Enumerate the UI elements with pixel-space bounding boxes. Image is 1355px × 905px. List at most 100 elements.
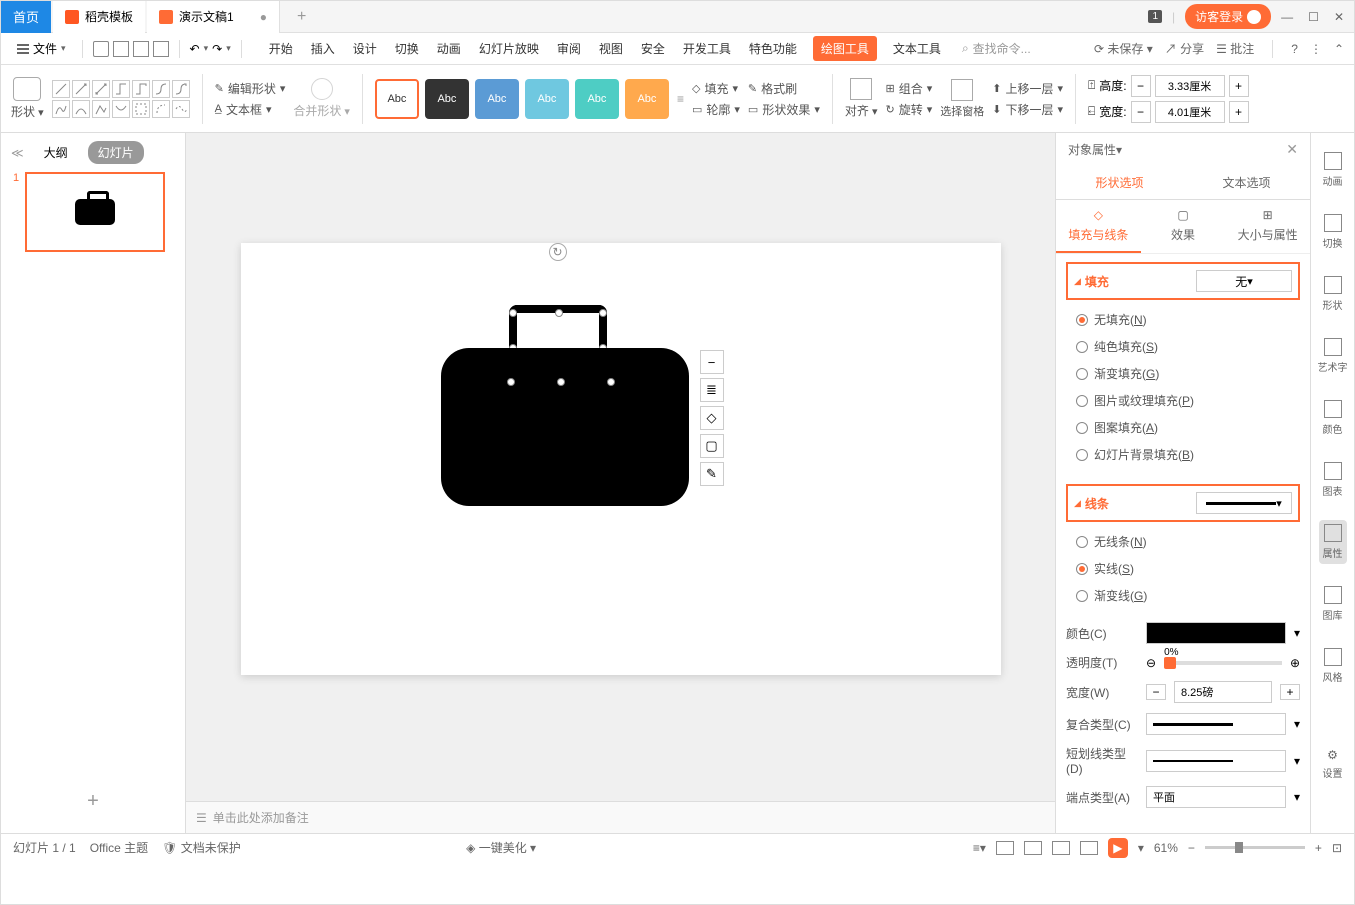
side-settings[interactable]: ⚙设置 (1319, 744, 1347, 784)
tab-text-options[interactable]: 文本选项 (1183, 166, 1310, 199)
menu-view[interactable]: 视图 (597, 36, 625, 61)
more-icon[interactable]: ⋮ (1310, 42, 1322, 56)
align-button[interactable]: 对齐 ▾ (845, 78, 878, 119)
outline-view-icon[interactable] (1080, 841, 1098, 855)
line-cap[interactable]: 端点类型(A)平面▾ (1056, 781, 1310, 813)
menu-design[interactable]: 设计 (351, 36, 379, 61)
zoom-out-icon[interactable]: − (1188, 841, 1195, 855)
line-dash[interactable]: 短划线类型(D)▾ (1056, 740, 1310, 781)
protect-status[interactable]: 🛡 文档未保护 (162, 839, 241, 856)
save-icon[interactable] (93, 41, 109, 57)
width-input[interactable]: ⍇宽度: − + (1088, 101, 1249, 123)
subtab-size[interactable]: ⊞大小与属性 (1225, 200, 1310, 253)
shape-effect-button[interactable]: ▭ 形状效果 ▾ (748, 101, 820, 118)
login-button[interactable]: 访客登录 (1185, 4, 1271, 29)
fill-pattern[interactable]: 图案填充(A) (1076, 414, 1290, 441)
help-icon[interactable]: ? (1291, 42, 1298, 56)
notes-bar[interactable]: ☰ 单击此处添加备注 (186, 801, 1055, 833)
side-shape[interactable]: 形状 (1319, 272, 1347, 316)
slides-tab[interactable]: 幻灯片 (88, 141, 144, 164)
collapse-ribbon-icon[interactable]: ⌃ (1334, 42, 1344, 56)
menu-insert[interactable]: 插入 (309, 36, 337, 61)
float-layers-button[interactable]: ≣ (700, 378, 724, 402)
sorter-view-icon[interactable] (1024, 841, 1042, 855)
reading-view-icon[interactable] (1052, 841, 1070, 855)
fill-button[interactable]: ◇ 填充 ▾ (692, 80, 740, 97)
share-button[interactable]: ↗ 分享 (1165, 40, 1204, 57)
menu-start[interactable]: 开始 (267, 36, 295, 61)
search-input[interactable]: ⌕ 查找命令... (962, 40, 1031, 57)
outline-button[interactable]: ▭ 轮廓 ▾ (692, 101, 740, 118)
width-field[interactable] (1155, 101, 1225, 123)
style-2[interactable]: Abc (425, 79, 469, 119)
merge-shape-button[interactable]: 合并形状 ▾ (293, 78, 350, 119)
zoom-slider[interactable] (1205, 846, 1305, 849)
fill-solid[interactable]: 纯色填充(S) (1076, 333, 1290, 360)
width-minus[interactable]: − (1131, 101, 1151, 123)
fill-background[interactable]: 幻灯片背景填充(B) (1076, 441, 1290, 468)
move-up-button[interactable]: ⬆ 上移一层 ▾ (992, 80, 1063, 97)
open-icon[interactable] (113, 41, 129, 57)
close-icon[interactable]: ✕ (1334, 10, 1344, 24)
style-1[interactable]: Abc (375, 79, 419, 119)
shape-button[interactable]: 形状 ▾ (11, 77, 44, 120)
fill-select[interactable]: 无 ▾ (1196, 270, 1292, 292)
float-3d-button[interactable]: ▢ (700, 434, 724, 458)
fill-picture[interactable]: 图片或纹理填充(P) (1076, 387, 1290, 414)
fit-icon[interactable]: ⊡ (1332, 841, 1342, 855)
side-animation[interactable]: 动画 (1319, 148, 1347, 192)
line-solid[interactable]: 实线(S) (1076, 555, 1290, 582)
rotate-handle-icon[interactable]: ↻ (549, 243, 567, 261)
fill-section-header[interactable]: ◢填充 无 ▾ (1066, 262, 1300, 300)
menu-drawing[interactable]: 绘图工具 (813, 36, 877, 61)
canvas[interactable]: ↻ − ≣ ◇ ▢ ✎ (186, 133, 1055, 833)
menu-transition[interactable]: 切换 (393, 36, 421, 61)
zoom-in-icon[interactable]: + (1315, 841, 1322, 855)
file-menu[interactable]: 文件 ▾ (11, 40, 72, 57)
fill-gradient[interactable]: 渐变填充(G) (1076, 360, 1290, 387)
menu-slideshow[interactable]: 幻灯片放映 (477, 36, 541, 61)
move-down-button[interactable]: ⬇ 下移一层 ▾ (992, 101, 1063, 118)
format-brush-button[interactable]: ✎ 格式刷 (748, 80, 820, 97)
side-gallery[interactable]: 图库 (1319, 582, 1347, 626)
add-slide-button[interactable]: + (1, 770, 185, 833)
menu-text[interactable]: 文本工具 (891, 36, 943, 61)
textbox-button[interactable]: A̲ 文本框 ▾ (215, 101, 286, 118)
style-5[interactable]: Abc (575, 79, 619, 119)
outline-tab[interactable]: 大纲 (34, 141, 78, 164)
slide-thumb-1[interactable]: 1 (13, 172, 173, 252)
fill-none[interactable]: 无填充(N) (1076, 306, 1290, 333)
theme-label[interactable]: Office 主题 (90, 839, 148, 856)
shape-styles[interactable]: Abc Abc Abc Abc Abc Abc (375, 79, 669, 119)
menu-features[interactable]: 特色功能 (747, 36, 799, 61)
line-gradient[interactable]: 渐变线(G) (1076, 582, 1290, 609)
line-color[interactable]: 颜色(C)▾ (1056, 617, 1310, 649)
height-minus[interactable]: − (1131, 75, 1151, 97)
minimize-icon[interactable]: — (1281, 10, 1293, 24)
group-button[interactable]: ⊞ 组合 ▾ (885, 80, 932, 97)
side-properties[interactable]: 属性 (1319, 520, 1347, 564)
side-wordart[interactable]: 艺术字 (1314, 334, 1352, 378)
style-4[interactable]: Abc (525, 79, 569, 119)
comment-button[interactable]: ☰ 批注 (1216, 40, 1254, 57)
line-transparency[interactable]: 透明度(T)⊖0%⊕ (1056, 649, 1310, 676)
line-width[interactable]: 宽度(W)−8.25磅+ (1056, 676, 1310, 708)
tab-home[interactable]: 首页 (1, 1, 51, 33)
float-fill-button[interactable]: ◇ (700, 406, 724, 430)
line-section-header[interactable]: ◢线条 ▾ (1066, 484, 1300, 522)
height-plus[interactable]: + (1229, 75, 1249, 97)
select-pane-button[interactable]: 选择窗格 (940, 79, 984, 119)
tab-daoke[interactable]: 稻壳模板 (53, 1, 145, 33)
subtab-fill-line[interactable]: ◇填充与线条 (1056, 200, 1141, 253)
normal-view-icon[interactable] (996, 841, 1014, 855)
style-3[interactable]: Abc (475, 79, 519, 119)
line-compound[interactable]: 复合类型(C)▾ (1056, 708, 1310, 740)
bag-shape[interactable]: ↻ − ≣ ◇ ▢ ✎ (441, 348, 689, 506)
line-shapes-grid[interactable] (52, 80, 190, 118)
menu-review[interactable]: 审阅 (555, 36, 583, 61)
line-select[interactable]: ▾ (1196, 492, 1292, 514)
undo-icon[interactable]: ↶ (190, 42, 200, 56)
side-chart[interactable]: 图表 (1319, 458, 1347, 502)
side-color[interactable]: 颜色 (1319, 396, 1347, 440)
height-input[interactable]: ⍐高度: − + (1088, 75, 1249, 97)
